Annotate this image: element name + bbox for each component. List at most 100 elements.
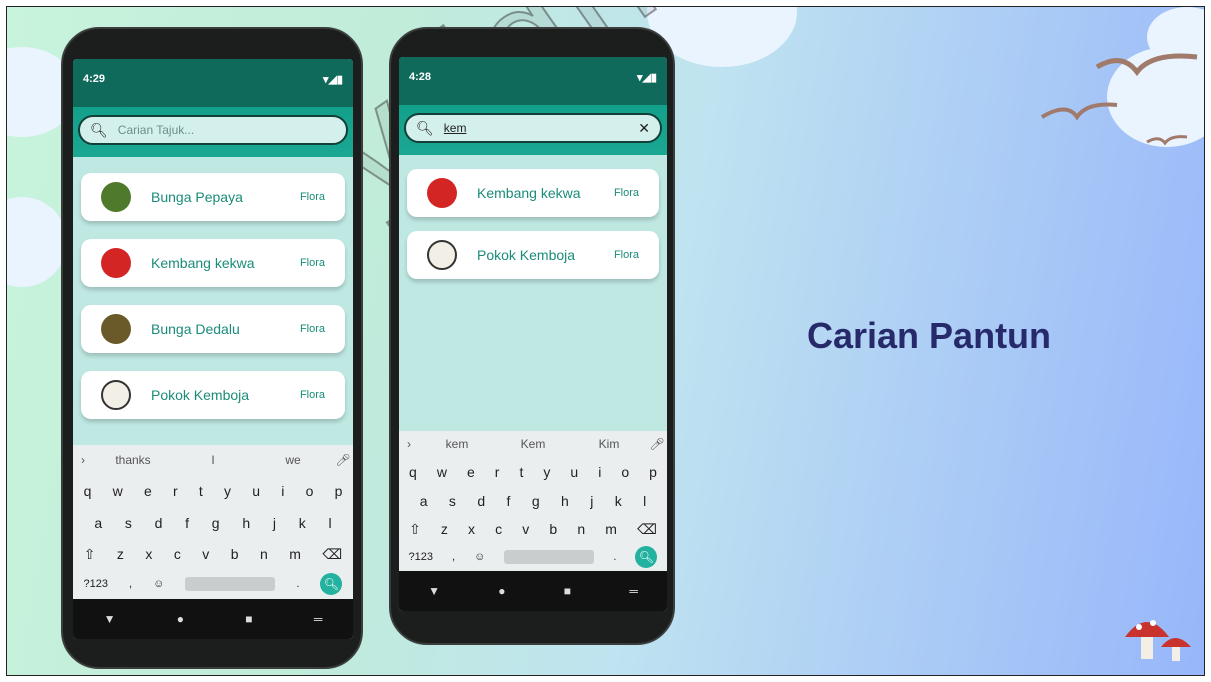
- key[interactable]: r: [173, 483, 178, 499]
- symbols-key[interactable]: ?123: [409, 551, 433, 563]
- shift-icon[interactable]: ⇧: [409, 521, 421, 538]
- key[interactable]: k: [299, 515, 306, 531]
- keyboard-switch-icon[interactable]: ═: [314, 612, 323, 626]
- key[interactable]: d: [155, 515, 163, 531]
- list-item[interactable]: Pokok Kemboja Flora: [81, 371, 345, 419]
- key[interactable]: c: [174, 546, 181, 562]
- key[interactable]: z: [117, 546, 124, 562]
- key[interactable]: j: [273, 515, 276, 531]
- list-item[interactable]: Pokok Kemboja Flora: [407, 231, 659, 279]
- key[interactable]: f: [185, 515, 189, 531]
- shift-icon[interactable]: ⇧: [84, 546, 96, 563]
- emoji-icon[interactable]: ☺: [153, 578, 164, 590]
- recents-icon[interactable]: ■: [564, 584, 571, 598]
- key-row-2: a s d f g h j k l: [73, 507, 353, 539]
- key[interactable]: i: [598, 464, 601, 480]
- slide-title: Carian Pantun: [807, 315, 1052, 356]
- key[interactable]: s: [449, 493, 456, 509]
- microphone-icon[interactable]: 🎤︎: [647, 437, 667, 451]
- suggestion-item[interactable]: thanks: [93, 453, 173, 467]
- key[interactable]: r: [495, 464, 500, 480]
- key[interactable]: g: [212, 515, 220, 531]
- space-key[interactable]: [504, 550, 595, 564]
- key[interactable]: e: [144, 483, 152, 499]
- backspace-icon[interactable]: ⌫: [637, 521, 657, 538]
- key[interactable]: o: [621, 464, 629, 480]
- suggestion-item[interactable]: Kim: [571, 437, 647, 451]
- status-icons: ▾◢▮: [322, 74, 343, 86]
- key[interactable]: p: [335, 483, 343, 499]
- key[interactable]: h: [242, 515, 250, 531]
- period-key[interactable]: .: [613, 551, 616, 563]
- key[interactable]: t: [519, 464, 523, 480]
- key[interactable]: x: [468, 521, 475, 537]
- key[interactable]: s: [125, 515, 132, 531]
- key[interactable]: v: [202, 546, 209, 562]
- key[interactable]: y: [543, 464, 550, 480]
- key[interactable]: m: [289, 546, 301, 562]
- microphone-icon[interactable]: 🎤︎: [333, 453, 353, 467]
- key[interactable]: b: [231, 546, 239, 562]
- key[interactable]: k: [615, 493, 622, 509]
- back-icon[interactable]: ▼: [428, 584, 440, 598]
- key[interactable]: z: [441, 521, 448, 537]
- key[interactable]: b: [549, 521, 557, 537]
- chevron-right-icon[interactable]: ›: [73, 453, 93, 467]
- key[interactable]: t: [199, 483, 203, 499]
- key[interactable]: q: [84, 483, 92, 499]
- backspace-icon[interactable]: ⌫: [322, 546, 342, 563]
- search-icon: 🔍︎: [90, 121, 108, 138]
- key[interactable]: y: [224, 483, 231, 499]
- key[interactable]: g: [532, 493, 540, 509]
- emoji-icon[interactable]: ☺: [474, 551, 485, 563]
- key[interactable]: o: [306, 483, 314, 499]
- back-icon[interactable]: ▼: [104, 612, 116, 626]
- suggestion-item[interactable]: I: [173, 453, 253, 467]
- key[interactable]: a: [420, 493, 428, 509]
- key[interactable]: n: [260, 546, 268, 562]
- key[interactable]: u: [252, 483, 260, 499]
- key[interactable]: m: [605, 521, 617, 537]
- search-input[interactable]: 🔍︎ Carian Tajuk...: [78, 115, 348, 145]
- key[interactable]: v: [522, 521, 529, 537]
- comma-key[interactable]: ,: [129, 578, 132, 590]
- suggestion-item[interactable]: we: [253, 453, 333, 467]
- search-input[interactable]: 🔍︎ kem ✕: [404, 113, 662, 143]
- key[interactable]: c: [495, 521, 502, 537]
- list-item[interactable]: Bunga Pepaya Flora: [81, 173, 345, 221]
- symbols-key[interactable]: ?123: [84, 578, 108, 590]
- key[interactable]: l: [328, 515, 331, 531]
- key[interactable]: l: [643, 493, 646, 509]
- list-item[interactable]: Bunga Dedalu Flora: [81, 305, 345, 353]
- comma-key[interactable]: ,: [452, 551, 455, 563]
- key[interactable]: j: [590, 493, 593, 509]
- key[interactable]: q: [409, 464, 417, 480]
- chevron-right-icon[interactable]: ›: [399, 437, 419, 451]
- suggestion-strip: › thanks I we 🎤︎: [73, 445, 353, 475]
- home-icon[interactable]: ●: [498, 584, 505, 598]
- keyboard-switch-icon[interactable]: ═: [629, 584, 638, 598]
- period-key[interactable]: .: [296, 578, 299, 590]
- key[interactable]: i: [281, 483, 284, 499]
- key[interactable]: d: [477, 493, 485, 509]
- key[interactable]: h: [561, 493, 569, 509]
- space-key[interactable]: [185, 577, 276, 591]
- key[interactable]: w: [113, 483, 123, 499]
- key[interactable]: f: [507, 493, 511, 509]
- clear-icon[interactable]: ✕: [638, 120, 650, 137]
- key[interactable]: e: [467, 464, 475, 480]
- list-item[interactable]: Kembang kekwa Flora: [81, 239, 345, 287]
- key[interactable]: x: [145, 546, 152, 562]
- key[interactable]: a: [94, 515, 102, 531]
- home-icon[interactable]: ●: [177, 612, 184, 626]
- search-key-icon[interactable]: 🔍︎: [635, 546, 658, 568]
- suggestion-item[interactable]: kem: [419, 437, 495, 451]
- recents-icon[interactable]: ■: [245, 612, 252, 626]
- search-key-icon[interactable]: 🔍︎: [320, 573, 343, 595]
- key[interactable]: w: [437, 464, 447, 480]
- key[interactable]: n: [577, 521, 585, 537]
- list-item[interactable]: Kembang kekwa Flora: [407, 169, 659, 217]
- key[interactable]: u: [570, 464, 578, 480]
- key[interactable]: p: [649, 464, 657, 480]
- suggestion-item[interactable]: Kem: [495, 437, 571, 451]
